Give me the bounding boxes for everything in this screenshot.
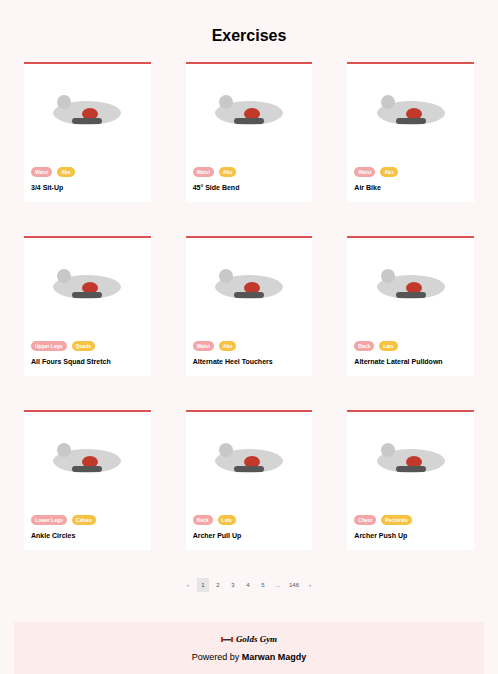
exercise-name: Archer Push Up [347,531,474,540]
exercise-figure-icon [42,78,132,148]
exercise-figure-icon [204,426,294,496]
page-button[interactable]: ... [272,578,284,592]
exercise-image [186,412,313,510]
exercise-figure-icon [366,426,456,496]
exercise-card[interactable]: Back Lats Archer Pull Up [186,410,313,550]
target-badge[interactable]: Lats [218,515,236,525]
body-part-badge[interactable]: Upper Legs [31,341,67,351]
target-badge[interactable]: Abs [219,167,236,177]
target-badge[interactable]: Calves [72,515,96,525]
body-part-badge[interactable]: Chest [354,515,376,525]
exercise-image [24,412,151,510]
pagination: ‹12345...146› [0,578,498,592]
page-button[interactable]: 146 [287,578,301,592]
exercise-card[interactable]: Upper Legs Quads All Fours Squad Stretch [24,236,151,376]
target-badge[interactable]: Pectorals [381,515,412,525]
exercise-name: All Fours Squad Stretch [24,357,151,366]
target-badge[interactable]: Quads [72,341,96,351]
footer: Golds Gym Powered by Marwan Magdy [14,622,484,674]
target-badge[interactable]: Lats [379,341,397,351]
exercise-figure-icon [366,252,456,322]
page-button[interactable]: 4 [242,578,254,592]
exercise-image [347,64,474,162]
exercise-name: Alternate Lateral Pulldown [347,357,474,366]
exercise-figure-icon [204,252,294,322]
exercise-image [24,238,151,336]
badge-row: Chest Pectorals [347,515,474,525]
exercise-figure-icon [42,426,132,496]
exercise-image [186,64,313,162]
exercise-card[interactable]: Waist Abs 3/4 Sit-Up [24,62,151,202]
body-part-badge[interactable]: Back [354,341,374,351]
exercise-image [24,64,151,162]
exercise-image [347,238,474,336]
page-button[interactable]: 3 [227,578,239,592]
page-button[interactable]: 5 [257,578,269,592]
badge-row: Back Lats [347,341,474,351]
body-part-badge[interactable]: Waist [354,167,375,177]
page-title: Exercises [0,0,498,46]
exercise-name: Alternate Heel Touchers [186,357,313,366]
exercise-image [347,412,474,510]
exercise-card[interactable]: Waist Abs 45° Side Bend [186,62,313,202]
page-button[interactable]: › [304,578,316,592]
exercise-card[interactable]: Waist Abs Alternate Heel Touchers [186,236,313,376]
target-badge[interactable]: Abs [380,167,397,177]
exercise-image [186,238,313,336]
exercise-name: 3/4 Sit-Up [24,183,151,192]
exercise-name: 45° Side Bend [186,183,313,192]
badge-row: Upper Legs Quads [24,341,151,351]
exercise-card[interactable]: Waist Abs Air Bike [347,62,474,202]
exercise-grid: WaistAbs3/4 Sit-UpWaistAbs45° Side BendW… [0,62,498,550]
exercise-figure-icon [42,252,132,322]
badge-row: Waist Abs [186,167,313,177]
exercise-card[interactable]: Lower Legs Calves Ankle Circles [24,410,151,550]
page-button[interactable]: 2 [212,578,224,592]
badge-row: Back Lats [186,515,313,525]
body-part-badge[interactable]: Waist [31,167,52,177]
page-button[interactable]: ‹ [182,578,194,592]
body-part-badge[interactable]: Back [193,515,213,525]
exercise-name: Archer Pull Up [186,531,313,540]
exercise-figure-icon [204,78,294,148]
badge-row: Lower Legs Calves [24,515,151,525]
target-badge[interactable]: Abs [219,341,236,351]
footer-logo: Golds Gym [221,633,277,647]
exercise-name: Ankle Circles [24,531,151,540]
page-button[interactable]: 1 [197,578,209,592]
body-part-badge[interactable]: Lower Legs [31,515,67,525]
powered-by: Powered by Marwan Magdy [192,652,307,663]
exercise-card[interactable]: Chest Pectorals Archer Push Up [347,410,474,550]
dumbbell-icon [221,635,233,644]
body-part-badge[interactable]: Waist [193,341,214,351]
target-badge[interactable]: Abs [57,167,74,177]
exercise-name: Air Bike [347,183,474,192]
exercise-card[interactable]: Back Lats Alternate Lateral Pulldown [347,236,474,376]
badge-row: Waist Abs [347,167,474,177]
badge-row: Waist Abs [186,341,313,351]
badge-row: Waist Abs [24,167,151,177]
body-part-badge[interactable]: Waist [193,167,214,177]
exercise-figure-icon [366,78,456,148]
page: Exercises Waist Abs 3/4 Sit-Up Waist Abs 45° S… [0,0,498,674]
